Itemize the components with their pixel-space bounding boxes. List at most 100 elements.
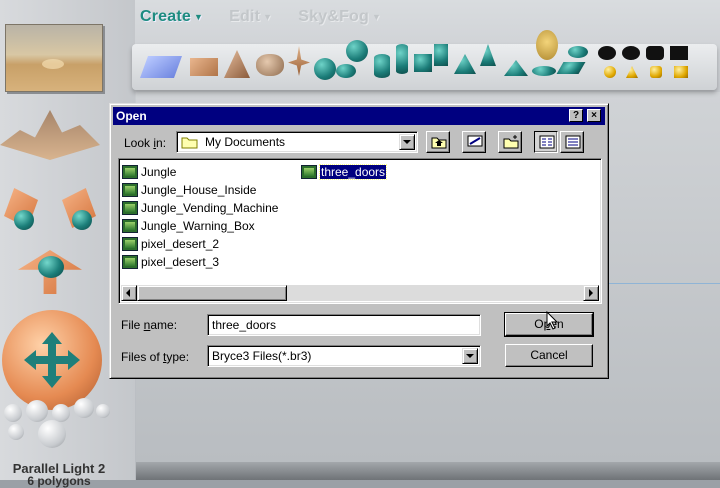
sphere-icon[interactable] [314,58,336,80]
polygon-count-label: 6 polygons [27,474,91,488]
file-item-jungle-house-inside[interactable]: Jungle_House_Inside [122,181,256,198]
file-type-value: Bryce3 Files(*.br3) [212,349,312,363]
black-sphere-icon[interactable] [598,46,616,60]
scroll-right-button[interactable] [583,285,599,301]
file-item-pixel-desert-3[interactable]: pixel_desert_3 [122,253,219,270]
file-name: pixel_desert_2 [141,236,220,251]
trackball-center-icon[interactable] [38,256,64,278]
terrain-preview-icon[interactable] [0,110,100,160]
file-type-label: Files of type: [121,350,190,364]
flat-pyramid-icon[interactable] [504,60,528,76]
folder-up-icon [431,137,447,149]
cone-icon[interactable] [480,44,496,66]
dialog-title: Open [116,109,147,123]
menu-create[interactable]: Create ▼ [140,8,203,30]
new-folder-button[interactable] [498,131,522,153]
square-plane-icon[interactable] [556,62,586,74]
trackball-left-icon[interactable] [14,210,34,230]
infinite-plane-icon[interactable] [139,56,183,78]
look-in-combobox[interactable]: My Documents [176,131,418,153]
black-square-icon[interactable] [670,46,688,60]
file-name-label: File name: [121,318,178,332]
cylinder-icon[interactable] [374,54,390,78]
scroll-left-button[interactable] [121,285,137,301]
open-dialog: Open ? × Look in: My Documents Jungle Ju… [109,103,609,379]
slab-icon[interactable] [434,44,448,66]
disk-icon[interactable] [532,66,556,76]
memory-dot-7[interactable] [38,420,66,448]
cube-icon[interactable] [414,54,432,72]
horizontal-scrollbar[interactable] [121,285,599,301]
file-name: pixel_desert_3 [141,254,220,269]
file-name-value: three_doors [212,318,277,332]
bottom-toolbar [136,462,720,480]
mouse-pointer-icon [546,311,559,330]
menu-sky-fog[interactable]: Sky&Fog ▼ [298,8,381,30]
memory-dot-6[interactable] [8,424,24,440]
tall-cylinder-icon[interactable] [396,44,408,74]
cancel-button-label: Cancel [530,348,568,362]
file-item-jungle[interactable]: Jungle [122,163,176,180]
close-button[interactable]: × [587,109,601,122]
symmetrical-lattice-icon[interactable] [224,50,250,78]
terrain-icon[interactable] [190,58,218,76]
file-item-jungle-vending-machine[interactable]: Jungle_Vending_Machine [122,199,278,216]
file-item-pixel-desert-2[interactable]: pixel_desert_2 [122,235,219,252]
bryce-file-icon [122,200,138,215]
bryce-menu-bar: Create ▼ Edit ▼ Sky&Fog ▼ [140,8,381,30]
desktop-button[interactable] [462,131,486,153]
bryce-file-icon [122,254,138,269]
list-view-icon [539,135,555,149]
file-name-input[interactable]: three_doors [207,314,481,336]
file-type-select[interactable]: Bryce3 Files(*.br3) [207,345,481,367]
chevron-down-icon: ▼ [372,11,382,22]
up-one-level-button[interactable] [426,131,450,153]
gold-light-4-icon[interactable] [674,66,688,78]
bryce-file-icon [301,164,317,179]
list-view-button[interactable] [534,131,558,153]
file-name: Jungle [141,164,177,179]
rock-icon[interactable] [256,54,284,76]
gold-light-2-icon[interactable] [626,66,638,78]
torus-icon[interactable] [346,40,368,62]
look-in-dropdown-button[interactable] [399,134,415,150]
folder-icon [181,137,198,149]
spiky-object-icon[interactable] [288,46,310,76]
figure-icon[interactable] [536,30,558,60]
chevron-down-icon: ▼ [194,11,204,22]
file-name: Jungle_Warning_Box [141,218,255,233]
menu-edit[interactable]: Edit ▼ [229,8,272,30]
black-round-square-icon[interactable] [646,46,664,60]
file-type-dropdown-button[interactable] [462,348,478,364]
memory-dot-1[interactable] [4,404,22,422]
create-object-shelf [132,30,717,90]
cancel-button[interactable]: Cancel [505,344,593,367]
ellipsoid-icon[interactable] [336,64,356,78]
help-button[interactable]: ? [569,109,583,122]
file-name: three_doors [318,163,388,180]
disc-plane-icon[interactable] [568,46,588,58]
file-name: Jungle_House_Inside [141,182,257,197]
memory-dot-4[interactable] [74,398,94,418]
scene-preview-thumbnail[interactable] [5,24,103,92]
chevron-down-icon: ▼ [263,11,273,22]
dialog-title-bar[interactable]: Open ? × [113,107,605,125]
bryce-file-icon [122,236,138,251]
gold-light-3-icon[interactable] [650,66,662,78]
memory-dot-2[interactable] [26,400,48,422]
details-view-button[interactable] [560,131,584,153]
gold-light-1-icon[interactable] [604,66,616,78]
black-ellipse-icon[interactable] [622,46,640,60]
horizon-line [600,283,720,284]
new-folder-icon [503,135,519,149]
memory-dot-5[interactable] [96,404,110,418]
trackball-right-icon[interactable] [72,210,92,230]
bryce-file-icon [122,218,138,233]
four-way-arrow-icon [24,332,80,388]
scrollbar-thumb[interactable] [137,285,287,301]
bryce-file-icon [122,164,138,179]
file-list[interactable]: Jungle Jungle_House_Inside Jungle_Vendin… [118,158,602,304]
file-item-jungle-warning-box[interactable]: Jungle_Warning_Box [122,217,255,234]
pyramid-icon[interactable] [454,54,476,74]
file-item-three-doors[interactable]: three_doors [301,163,388,180]
